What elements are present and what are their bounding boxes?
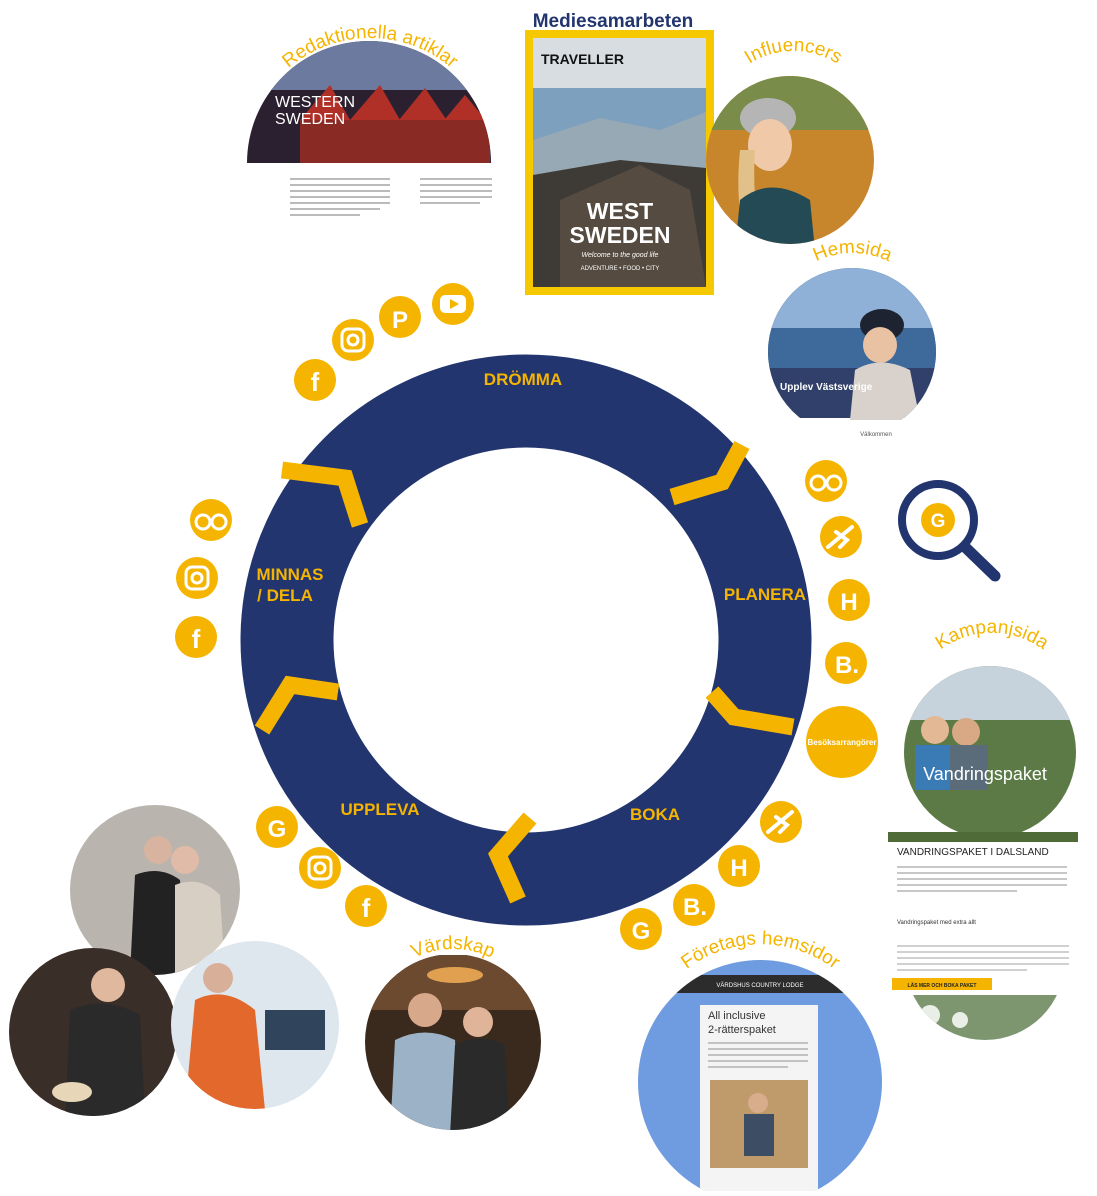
journey-wheel: DRÖMMA PLANERA BOKA UPPLEVA MINNAS / DEL… [240, 354, 812, 926]
svg-text:f: f [362, 893, 371, 923]
svg-text:H: H [730, 855, 747, 882]
facebook-icon[interactable]: f [294, 359, 336, 401]
stage-label-dela: / DELA [257, 586, 313, 605]
google-icon[interactable]: G [620, 908, 662, 950]
stage-label-dromma: DRÖMMA [484, 370, 562, 389]
svg-text:G: G [632, 918, 651, 945]
magazine-masthead: TRAVELLER [541, 51, 624, 67]
stage-label-boka: BOKA [630, 805, 680, 824]
customer-journey-diagram: DRÖMMA PLANERA BOKA UPPLEVA MINNAS / DEL… [9, 11, 1078, 1196]
stage-label-minnas: MINNAS [256, 565, 323, 584]
experience-photos [9, 805, 339, 1116]
instagram-icon[interactable] [299, 847, 341, 889]
editorial-article: WESTERN SWEDEN Redaktionella artiklar [247, 22, 492, 216]
booking-icon[interactable]: B. [825, 642, 867, 684]
svg-text:G: G [268, 816, 287, 843]
influencer-photo: Influencers [706, 35, 874, 244]
facebook-icon[interactable]: f [345, 885, 387, 927]
booking-icon[interactable]: B. [673, 884, 715, 926]
tripadvisor-icon[interactable] [805, 460, 847, 502]
svg-text:f: f [192, 624, 201, 654]
flight-icon[interactable] [820, 516, 862, 558]
flight-icon[interactable] [760, 801, 802, 843]
svg-text:B.: B. [835, 652, 859, 679]
campaign-page: Vandringspaket VANDRINGSPAKET I DALSLAND… [888, 617, 1078, 1040]
tour-operators-label: Besöksarrangörer [808, 738, 877, 747]
magazine-title-2: SWEDEN [570, 222, 671, 248]
hotels-icon[interactable]: H [828, 579, 870, 621]
svg-text:H: H [840, 589, 857, 616]
company-title-2: 2-rätterspaket [708, 1024, 776, 1036]
hotels-icon[interactable]: H [718, 845, 760, 887]
youtube-icon[interactable] [432, 283, 474, 325]
svg-text:f: f [311, 367, 320, 397]
article-headline-1: WESTERN [275, 94, 355, 111]
google-icon[interactable]: G [256, 806, 298, 848]
stage-label-planera: PLANERA [724, 585, 806, 604]
arc-title-hemsida: Hemsida [810, 237, 895, 266]
svg-text:P: P [392, 307, 408, 334]
mediesamarbeten-title: Mediesamarbeten [533, 11, 694, 32]
facebook-icon[interactable]: f [175, 616, 217, 658]
website-footer: Välkommen [860, 432, 892, 438]
website-preview: Upplev Västsverige Välkommen Hemsida [768, 237, 936, 438]
campaign-subheading: Vandringspaket med extra allt [897, 920, 976, 926]
campaign-heading: VANDRINGSPAKET I DALSLAND [897, 847, 1049, 858]
hospitality-photo: Värdskap [365, 933, 541, 1130]
magazine-sub: ADVENTURE • FOOD • CITY [581, 266, 660, 272]
campaign-overlay: Vandringspaket [923, 764, 1047, 784]
instagram-icon[interactable] [176, 557, 218, 599]
google-search-icon: G [898, 480, 1001, 582]
photo-fisher [171, 941, 339, 1109]
company-title-1: All inclusive [708, 1010, 765, 1022]
stage-label-uppleva: UPPLEVA [340, 800, 419, 819]
tour-operators-badge[interactable]: Besöksarrangörer [806, 706, 878, 778]
arc-title-influencers: Influencers [741, 35, 845, 68]
tripadvisor-icon[interactable] [190, 499, 232, 541]
pinterest-icon[interactable]: P [379, 296, 421, 338]
article-headline-2: SWEDEN [275, 111, 345, 128]
magazine-title-1: WEST [587, 198, 653, 224]
company-website: VÄRDSHUS COUNTRY LODGE All inclusive 2-r… [638, 928, 882, 1196]
website-caption: Upplev Västsverige [780, 382, 873, 393]
magazine-cover: TRAVELLER WEST SWEDEN Welcome to the goo… [525, 30, 714, 295]
svg-text:B.: B. [683, 894, 707, 921]
company-site-name: VÄRDSHUS COUNTRY LODGE [716, 982, 803, 989]
arc-title-kampanjsida: Kampanjsida [932, 617, 1053, 654]
campaign-book-button-label: LÄS MER OCH BOKA PAKET [908, 982, 977, 989]
svg-text:G: G [931, 511, 946, 532]
instagram-icon[interactable] [332, 319, 374, 361]
magazine-tagline: Welcome to the good life [582, 252, 659, 259]
